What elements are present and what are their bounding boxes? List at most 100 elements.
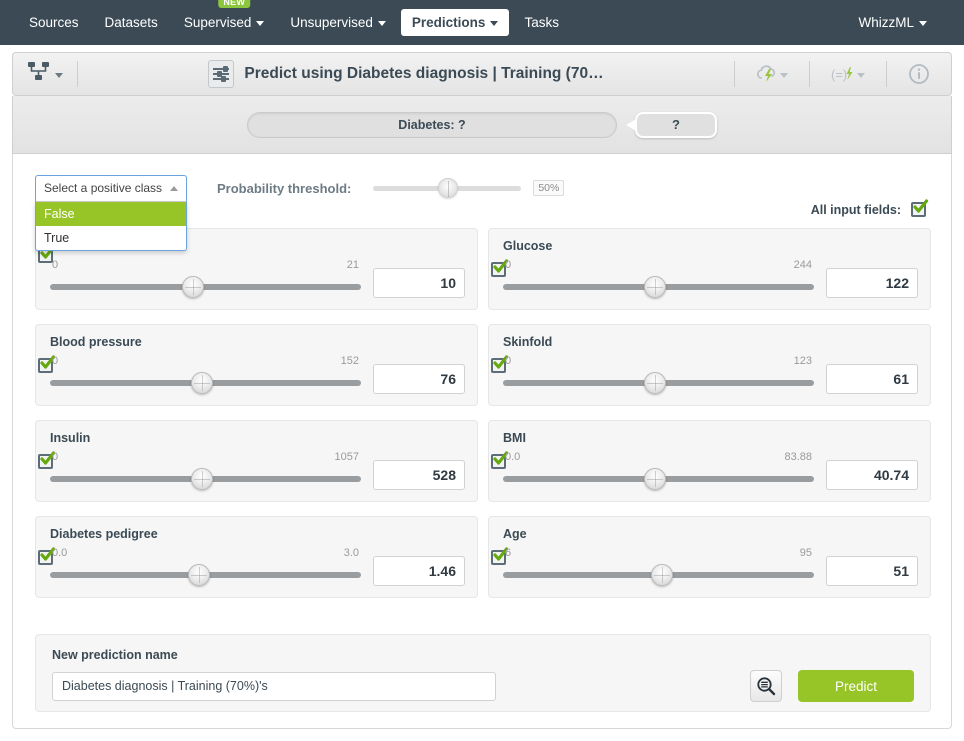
info-icon[interactable]: [899, 63, 939, 85]
positive-class-select-value: Select a positive class: [44, 181, 163, 195]
dropdown-option-false[interactable]: False: [36, 201, 186, 226]
probability-threshold-label: Probability threshold:: [217, 180, 352, 196]
objective-label: Diabetes: ?: [398, 117, 466, 132]
predict-button[interactable]: Predict: [798, 670, 914, 702]
slider-max-label: 21: [346, 259, 359, 271]
input-field-slider[interactable]: 0.0 3.0: [50, 547, 361, 589]
chevron-down-icon: [857, 72, 865, 78]
nav-item-sources[interactable]: Sources: [18, 9, 90, 36]
input-field-card-skinfold: Skinfold 0 123 61: [488, 324, 931, 406]
slider-max-label: 1057: [334, 451, 359, 463]
objective-bar-region: Diabetes: ? ?: [12, 96, 952, 154]
slider-min-label: 0: [52, 259, 59, 271]
input-field-body: 0 244 122: [503, 259, 918, 301]
chevron-down-icon[interactable]: [55, 72, 63, 78]
all-input-fields-label: All input fields:: [810, 203, 901, 217]
nav-item-datasets[interactable]: Datasets: [94, 9, 169, 36]
new-prediction-row: Predict: [52, 670, 914, 702]
titlebar-center: Predict using Diabetes diagnosis | Train…: [88, 60, 724, 88]
resource-titlebar: Predict using Diabetes diagnosis | Train…: [12, 52, 952, 96]
input-field-value[interactable]: 10: [373, 268, 465, 298]
search-list-icon: [757, 677, 776, 696]
chevron-down-icon: [919, 21, 927, 26]
input-field-value[interactable]: 40.74: [826, 460, 918, 490]
titlebar-right: (=): [724, 61, 951, 87]
slider-thumb[interactable]: [644, 276, 667, 298]
slider-thumb[interactable]: [438, 178, 459, 198]
all-input-fields-checkbox[interactable]: [911, 199, 929, 218]
slider-min-label: 0: [52, 451, 59, 463]
input-field-slider[interactable]: 0.0 83.88: [503, 451, 814, 493]
slider-thumb[interactable]: [191, 372, 214, 394]
objective-confidence-bubble: ?: [626, 111, 717, 138]
prediction-form-panel: Select a positive class False True Proba…: [12, 154, 952, 729]
input-field-value[interactable]: 528: [373, 460, 465, 490]
nav-item-label: Supervised: [183, 15, 252, 30]
input-field-card-diabetes-pedigree: Diabetes pedigree 0.0 3.0 1.46: [35, 516, 478, 598]
input-field-value[interactable]: 76: [373, 364, 465, 394]
slider-max-label: 95: [799, 547, 812, 559]
new-prediction-name-label: New prediction name: [52, 648, 178, 662]
input-field-slider[interactable]: 0 123: [503, 355, 814, 397]
input-field-name: Glucose: [503, 239, 553, 253]
objective-prediction-bar: Diabetes: ?: [247, 111, 617, 138]
input-field-name: Insulin: [50, 431, 91, 445]
nav-item-label: WhizzML: [858, 15, 914, 30]
slider-thumb[interactable]: [191, 468, 214, 490]
model-tree-icon[interactable]: [27, 61, 51, 88]
input-field-slider[interactable]: 0 152: [50, 355, 361, 397]
svg-text:(=): (=): [831, 67, 847, 82]
input-field-slider[interactable]: 0 1057: [50, 451, 361, 493]
dropdown-option-true[interactable]: True: [36, 226, 186, 250]
inspect-button[interactable]: [750, 670, 782, 702]
input-field-card-insulin: Insulin 0 1057 528: [35, 420, 478, 502]
positive-class-select[interactable]: Select a positive class: [35, 174, 187, 202]
slider-thumb[interactable]: [182, 276, 205, 298]
slider-min-label: 0.0: [52, 547, 68, 559]
app-root: Sources Datasets NEW Supervised Unsuperv…: [0, 0, 964, 741]
input-field-body: 0.0 3.0 1.46: [50, 547, 465, 589]
slider-thumb[interactable]: [644, 468, 667, 490]
nav-item-label: Sources: [29, 15, 79, 30]
divider: [77, 61, 78, 87]
input-field-name: Age: [503, 527, 527, 541]
input-field-body: 0.0 83.88 40.74: [503, 451, 918, 493]
input-field-slider[interactable]: 0 21: [50, 259, 361, 301]
new-prediction-name-input[interactable]: [52, 671, 496, 701]
dropdown-option-label: True: [44, 230, 70, 245]
input-field-body: 6 95 51: [503, 547, 918, 589]
slider-thumb[interactable]: [644, 372, 667, 394]
slider-max-label: 83.88: [784, 451, 812, 463]
input-field-slider[interactable]: 0 244: [503, 259, 814, 301]
lightning-cloud-icon[interactable]: [747, 64, 797, 84]
slider-max-label: 152: [340, 355, 359, 367]
slider-min-label: 0.0: [505, 451, 521, 463]
input-field-name: Diabetes pedigree: [50, 527, 158, 541]
input-field-value[interactable]: 61: [826, 364, 918, 394]
input-field-slider[interactable]: 6 95: [503, 547, 814, 589]
slider-max-label: 3.0: [343, 547, 359, 559]
nav-item-label: Unsupervised: [290, 15, 373, 30]
top-navbar: Sources Datasets NEW Supervised Unsuperv…: [0, 0, 964, 45]
slider-thumb[interactable]: [650, 564, 673, 586]
input-field-value[interactable]: 1.46: [373, 556, 465, 586]
navbar-left-items: Sources Datasets NEW Supervised Unsuperv…: [0, 0, 574, 36]
input-field-value[interactable]: 122: [826, 268, 918, 298]
nav-item-whizzml[interactable]: WhizzML: [847, 9, 938, 36]
slider-thumb[interactable]: [188, 564, 211, 586]
probability-threshold-value: 50%: [533, 180, 565, 196]
slider-min-label: 6: [505, 547, 512, 559]
input-field-body: 0 21 10: [50, 259, 465, 301]
nav-item-supervised[interactable]: NEW Supervised: [173, 0, 276, 36]
new-badge: NEW: [218, 0, 251, 8]
nav-item-predictions[interactable]: Predictions: [400, 9, 510, 36]
divider: [809, 61, 810, 87]
batch-prediction-icon[interactable]: (=): [822, 64, 874, 84]
input-field-body: 0 152 76: [50, 355, 465, 397]
chevron-down-icon: [256, 21, 265, 26]
objective-bubble-label: ?: [672, 117, 680, 132]
nav-item-unsupervised[interactable]: Unsupervised: [279, 9, 397, 36]
probability-threshold-slider[interactable]: [373, 178, 522, 198]
input-field-value[interactable]: 51: [826, 556, 918, 586]
nav-item-tasks[interactable]: Tasks: [513, 9, 570, 36]
